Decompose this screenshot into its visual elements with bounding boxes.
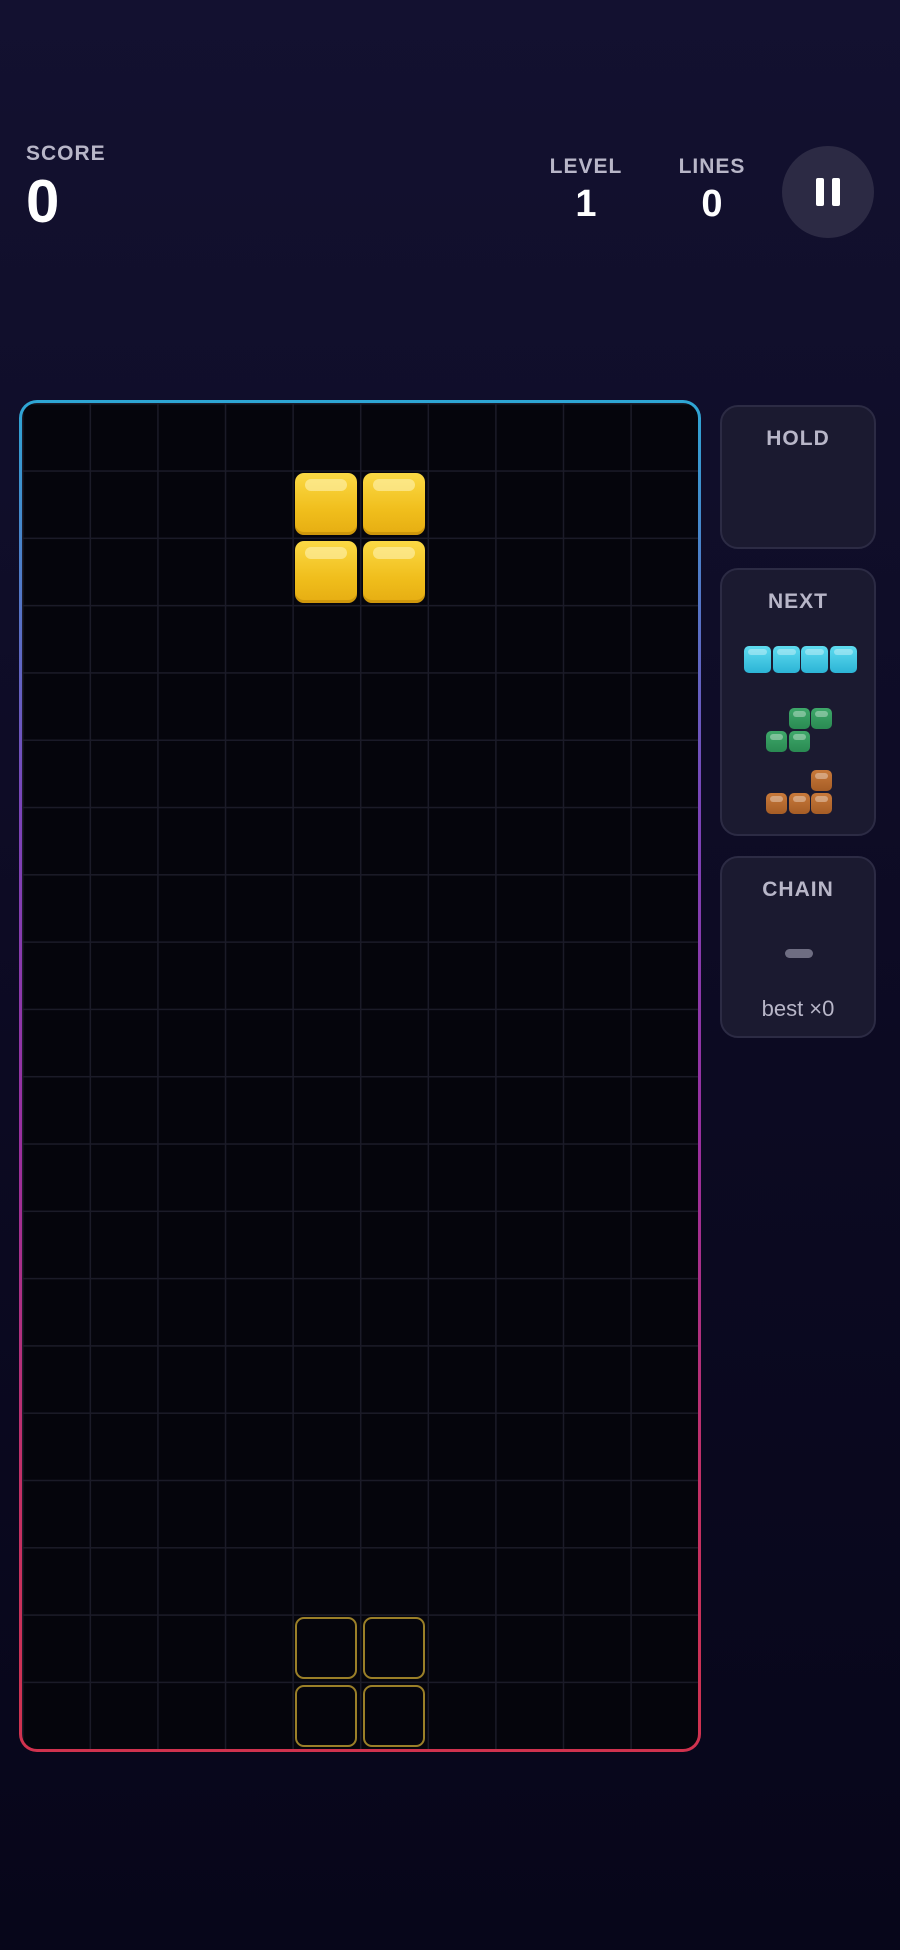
next-piece-l-cell [788,792,810,814]
ghost-piece-cell [295,1684,358,1747]
chain-best: best ×0 [761,996,835,1021]
next-piece-i-cell [744,646,771,673]
active-piece-cell [363,540,425,603]
next-piece-l-cell [811,770,832,791]
level-value: 1 [575,183,597,225]
level-label: LEVEL [549,155,623,178]
next-piece-s-cell [788,730,810,752]
game-board-frame [19,400,701,1752]
active-piece-cell [295,473,358,536]
ghost-piece-cell [363,1617,425,1680]
lines-label: LINES [678,155,746,178]
next-piece-s-cell [788,708,810,729]
next-title: NEXT [767,590,828,613]
next-panel: NEXT [720,568,876,836]
next-piece-i-cell [829,646,857,673]
lines-value: 0 [701,183,723,225]
pause-button[interactable] [782,146,874,238]
game-board[interactable] [22,403,698,1749]
pause-icon [812,178,844,206]
next-piece-i-cell [801,646,828,673]
score-value: 0 [26,168,60,235]
active-piece-cell [363,473,425,536]
next-piece-s-cell [811,708,832,729]
score-label: SCORE [26,142,106,165]
next-piece-l-cell [766,792,787,814]
next-piece-i-cell [772,646,800,673]
chain-title: CHAIN [762,878,834,901]
hold-title: HOLD [766,427,830,450]
ghost-piece-cell [295,1617,358,1680]
next-piece-l-cell [811,792,832,814]
ghost-piece-cell [363,1684,425,1747]
chain-panel: CHAIN best ×0 [720,856,876,1038]
active-piece-cell [295,540,358,603]
hold-panel[interactable]: HOLD [720,405,876,549]
chain-current-indicator [785,949,813,958]
next-piece-s-cell [766,730,787,752]
